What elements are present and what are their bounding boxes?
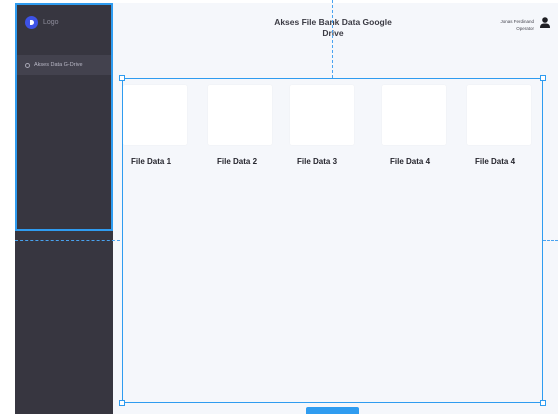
resize-handle-top-right[interactable] xyxy=(540,75,546,81)
brand[interactable]: Logo xyxy=(25,16,59,29)
circle-outline-icon xyxy=(25,62,30,68)
logo-text: Logo xyxy=(43,19,59,26)
size-badge xyxy=(306,407,359,414)
logo-mark-icon xyxy=(25,16,38,29)
user-role: Operator xyxy=(516,26,534,31)
horizontal-guide-line xyxy=(543,240,558,241)
user-icon xyxy=(540,17,550,28)
page-title: Akses File Bank Data Google Drive xyxy=(274,17,392,38)
resize-handle-bottom-left[interactable] xyxy=(119,400,125,406)
resize-handle-top-left[interactable] xyxy=(119,75,125,81)
sidebar-item-akses-data-g-drive[interactable]: Akses Data G-Drive xyxy=(15,55,113,75)
user-profile[interactable]: Jonas Ferdinand Operator xyxy=(500,17,550,32)
horizontal-guide-line xyxy=(15,240,120,241)
vertical-guide-line xyxy=(332,0,333,78)
sidebar-item-label: Akses Data G-Drive xyxy=(34,62,83,68)
sidebar: Logo Akses Data G-Drive xyxy=(15,3,113,414)
selection-frame[interactable] xyxy=(122,78,543,403)
resize-handle-bottom-right[interactable] xyxy=(540,400,546,406)
user-info: Jonas Ferdinand Operator xyxy=(500,17,534,32)
user-name: Jonas Ferdinand xyxy=(500,19,534,24)
